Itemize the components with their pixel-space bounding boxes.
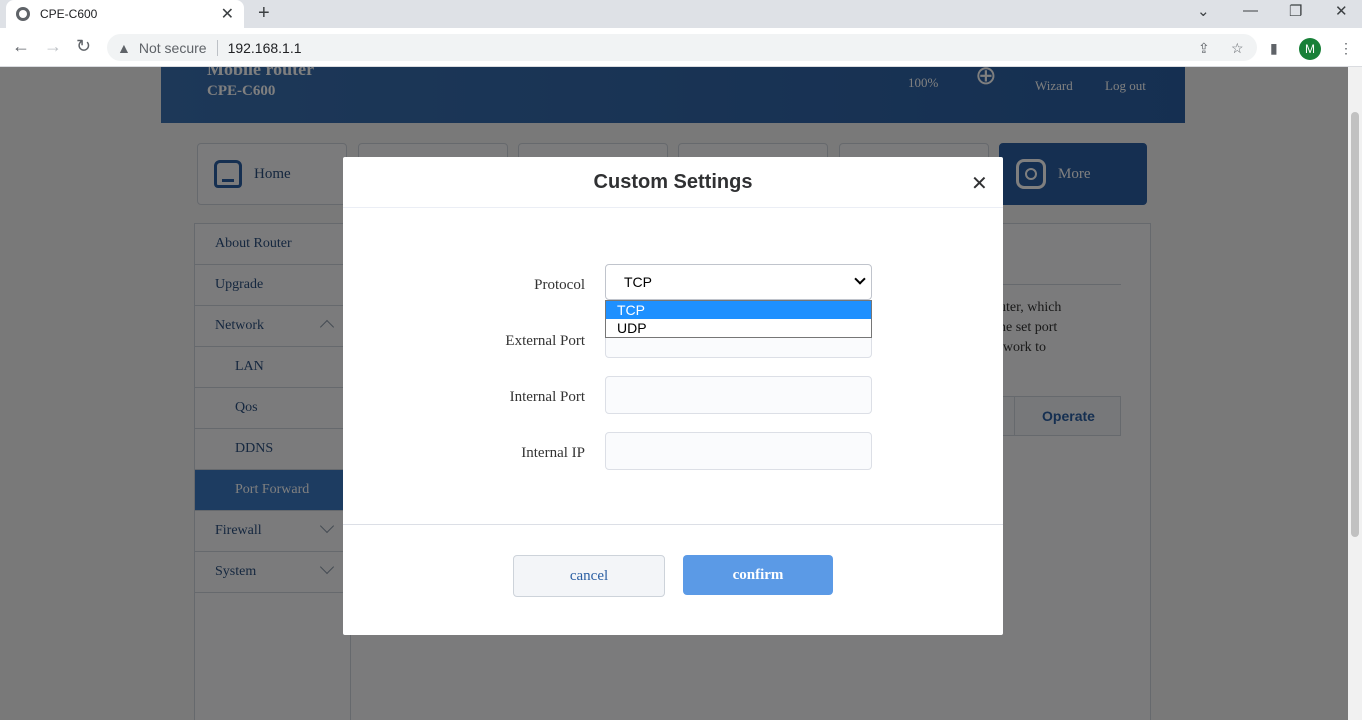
menu-kebab-icon[interactable]: ⋮: [1339, 40, 1353, 57]
custom-settings-dialog: Custom Settings ✕ Protocol TCP External …: [343, 157, 1003, 635]
back-icon[interactable]: ←: [12, 36, 30, 57]
protocol-option-udp[interactable]: UDP: [606, 319, 871, 337]
protocol-select[interactable]: TCP: [605, 264, 872, 300]
share-icon[interactable]: ⇪: [1198, 40, 1210, 57]
omnibox-separator: [216, 39, 218, 56]
protocol-option-tcp[interactable]: TCP: [606, 301, 871, 319]
protocol-dropdown-list: TCP UDP: [605, 300, 872, 338]
security-label[interactable]: Not secure: [139, 40, 207, 56]
cancel-button[interactable]: cancel: [513, 555, 665, 597]
internal-port-label: Internal Port: [509, 389, 585, 405]
protocol-selected-value: TCP: [624, 274, 652, 290]
internal-port-input[interactable]: [605, 376, 872, 414]
confirm-button[interactable]: confirm: [683, 555, 833, 595]
chevron-down-icon: [854, 273, 866, 285]
warning-icon[interactable]: ▲: [117, 40, 131, 56]
internal-ip-label: Internal IP: [521, 445, 585, 461]
dialog-footer-divider: [343, 524, 1003, 525]
globe-icon: [16, 7, 30, 21]
dialog-title: Custom Settings: [593, 171, 753, 193]
omnibox[interactable]: ▲ Not secure 192.168.1.1: [107, 34, 1257, 61]
restore-icon[interactable]: ❐: [1289, 2, 1302, 20]
browser-tab-bar: CPE-C600 ✕ + ⌄ — ❐ ✕: [0, 0, 1362, 28]
tab-title: CPE-C600: [40, 7, 98, 21]
protocol-label: Protocol: [534, 277, 585, 293]
window-close-icon[interactable]: ✕: [1335, 2, 1348, 20]
browser-tab[interactable]: CPE-C600 ✕: [6, 0, 244, 28]
url-text[interactable]: 192.168.1.1: [228, 40, 302, 56]
internal-ip-input[interactable]: [605, 432, 872, 470]
tab-close-icon[interactable]: ✕: [221, 4, 234, 24]
side-panel-icon[interactable]: ▮: [1270, 40, 1278, 57]
bookmark-star-icon[interactable]: ☆: [1231, 40, 1244, 57]
reload-icon[interactable]: ↻: [76, 36, 91, 57]
external-port-label: External Port: [505, 333, 585, 349]
avatar[interactable]: M: [1299, 38, 1321, 60]
minimize-icon[interactable]: —: [1243, 2, 1258, 19]
close-icon[interactable]: ✕: [971, 171, 988, 196]
tab-search-icon[interactable]: ⌄: [1197, 2, 1210, 20]
forward-icon[interactable]: →: [44, 36, 62, 57]
scrollbar-thumb[interactable]: [1351, 112, 1359, 537]
new-tab-button[interactable]: +: [258, 2, 270, 25]
address-bar: ← → ↻ ▲ Not secure 192.168.1.1 ⇪ ☆ ▮ ⋮: [0, 28, 1362, 67]
dialog-header-divider: [343, 207, 1003, 208]
